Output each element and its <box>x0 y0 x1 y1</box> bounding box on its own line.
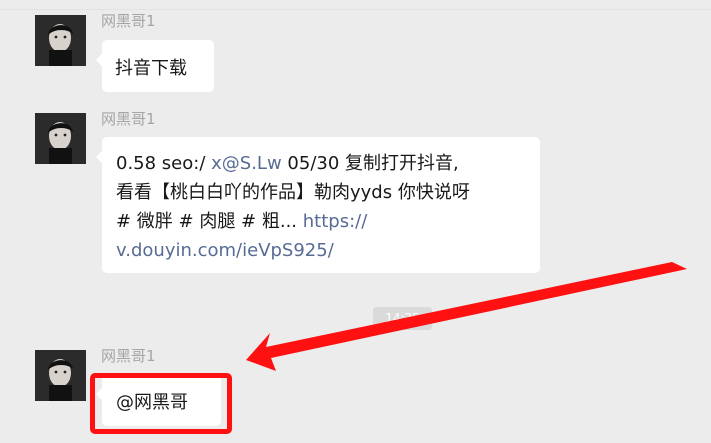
avatar-portrait-icon <box>35 15 86 66</box>
avatar-portrait-icon <box>35 350 86 401</box>
message-bubble[interactable]: 0.58 seo:/ x@S.Lw 05/30 复制打开抖音, 看看【桃白白吖的… <box>96 137 540 273</box>
message-text: # 微胖 # 肉腿 # 粗... <box>116 211 303 232</box>
sender-avatar[interactable] <box>35 113 86 164</box>
sender-name: 网黑哥1 <box>101 347 156 365</box>
avatar-portrait-icon <box>35 113 86 164</box>
sender-name: 网黑哥1 <box>101 110 156 128</box>
sender-avatar[interactable] <box>35 15 86 66</box>
timestamp-badge: 14:25 <box>373 307 432 330</box>
message-text: 0.58 seo:/ <box>116 153 212 174</box>
message-text: @网黑哥 <box>116 392 188 413</box>
message-text: 05/30 复制打开抖音, <box>281 153 459 174</box>
mention-link[interactable]: x@S.Lw <box>211 153 282 174</box>
sender-avatar[interactable] <box>35 350 86 401</box>
message-line: 看看【桃白白吖的作品】勒肉yyds 你快说呀 <box>116 182 470 203</box>
message-text: 抖音下载 <box>115 58 187 79</box>
url-link[interactable]: v.douyin.com/ieVpS925/ <box>116 236 526 265</box>
message-bubble[interactable]: @网黑哥 <box>96 374 221 426</box>
message-line: 0.58 seo:/ x@S.Lw 05/30 复制打开抖音, <box>116 149 526 178</box>
url-link[interactable]: https:// <box>303 211 368 232</box>
message-bubble[interactable]: 抖音下载 <box>96 40 214 92</box>
sender-name: 网黑哥1 <box>101 12 156 30</box>
message-line: # 微胖 # 肉腿 # 粗... https:// <box>116 207 526 236</box>
top-divider <box>0 0 711 10</box>
